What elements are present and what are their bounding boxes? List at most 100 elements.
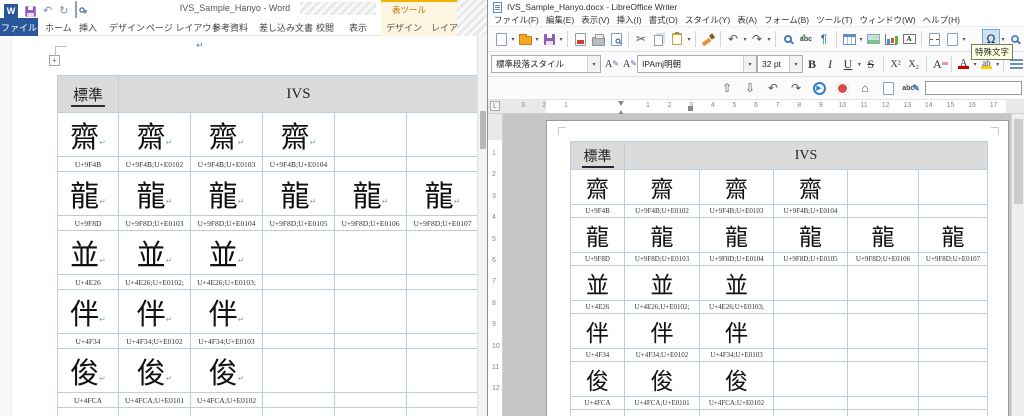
code-cell[interactable] [262, 333, 335, 349]
print-preview-button[interactable] [607, 29, 625, 49]
code-cell[interactable]: U+9F4B;U+E0104 [773, 204, 848, 218]
code-cell[interactable]: U+4E26;U+E0103; [699, 300, 774, 314]
code-cell[interactable] [773, 348, 848, 362]
clone-formatting-button[interactable] [699, 29, 717, 49]
undo-nav-button[interactable]: ↶ [764, 78, 782, 98]
font-name-combo[interactable]: IPAmj明朝 ▾ [637, 55, 757, 73]
kanji-cell[interactable]: 傑↵ [57, 407, 119, 416]
kanji-cell[interactable]: 伴 [570, 313, 625, 349]
menu-help[interactable]: ヘルプ(H) [923, 14, 960, 26]
kanji-cell[interactable]: 俊↵ [118, 348, 191, 393]
find-replace-button[interactable] [779, 29, 797, 49]
code-cell[interactable] [334, 333, 407, 349]
kanji-cell[interactable]: 俊 [570, 361, 625, 397]
code-cell[interactable]: U+9F8D;U+E0104 [699, 252, 774, 266]
kanji-cell[interactable]: 傑 [570, 409, 625, 416]
code-cell[interactable] [847, 396, 919, 410]
font-size-dropdown[interactable]: ▾ [789, 56, 802, 72]
kanji-cell[interactable]: 伴↵ [118, 289, 191, 334]
code-cell[interactable] [847, 204, 919, 218]
tab-mailings[interactable]: 差し込み文書 [259, 18, 313, 36]
tab-references[interactable]: 参考資料 [212, 18, 248, 36]
tab-review[interactable]: 校閲 [316, 18, 334, 36]
home-button[interactable]: ⌂ [856, 78, 874, 98]
word-scrollbar-thumb[interactable] [480, 111, 486, 149]
kanji-cell[interactable] [334, 348, 407, 393]
code-cell[interactable] [847, 348, 919, 362]
kanji-cell[interactable]: 伴↵ [57, 289, 119, 334]
menu-insert[interactable]: 挿入(I) [617, 14, 642, 26]
menu-window[interactable]: ウィンドウ(W) [859, 14, 915, 26]
kanji-cell[interactable]: 齋 [570, 169, 625, 205]
code-cell[interactable]: U+9F8D;U+E0105 [773, 252, 848, 266]
kanji-cell[interactable] [773, 313, 848, 349]
font-color-button[interactable]: A [955, 54, 973, 74]
tab-file[interactable]: ファイル [0, 18, 38, 36]
italic-button[interactable]: I [821, 54, 839, 74]
kanji-cell[interactable] [773, 409, 848, 416]
kanji-cell[interactable] [918, 361, 988, 397]
menu-table[interactable]: 表(A) [737, 14, 757, 26]
formatting-marks-button[interactable]: ¶ [815, 29, 833, 49]
code-cell[interactable]: U+4FCA;U+E0101 [624, 396, 700, 410]
code-cell[interactable]: U+4FCA [570, 396, 625, 410]
kanji-cell[interactable]: 俊 [624, 361, 700, 397]
code-cell[interactable]: U+4E26 [570, 300, 625, 314]
kanji-cell[interactable]: 俊↵ [190, 348, 263, 393]
code-cell[interactable]: U+9F8D;U+E0106 [334, 215, 407, 231]
code-cell[interactable] [773, 300, 848, 314]
kanji-cell[interactable] [406, 112, 479, 157]
code-cell[interactable]: U+9F8D;U+E0103 [118, 215, 191, 231]
kanji-cell[interactable]: 齋 [773, 169, 848, 205]
tab-insert[interactable]: 挿入 [79, 18, 97, 36]
kanji-cell[interactable]: 齋↵ [118, 112, 191, 157]
kanji-cell[interactable]: 齋↵ [262, 112, 335, 157]
record-button[interactable] [833, 78, 851, 98]
copy-button[interactable] [650, 29, 668, 49]
code-cell[interactable] [406, 333, 479, 349]
open-button[interactable] [516, 29, 534, 49]
code-cell[interactable] [262, 392, 335, 408]
kanji-cell[interactable]: 傑↵ [190, 407, 263, 416]
table-move-handle[interactable]: + [49, 55, 60, 66]
code-cell[interactable]: U+4FCA;U+E0102 [190, 392, 263, 408]
code-cell[interactable] [406, 392, 479, 408]
kanji-cell[interactable]: 龍↵ [57, 171, 119, 216]
update-style-button[interactable]: A ✎ [601, 54, 619, 74]
kanji-cell[interactable] [406, 289, 479, 334]
code-cell[interactable] [847, 300, 919, 314]
cut-button[interactable]: ✂ [632, 29, 650, 49]
code-cell[interactable]: U+9F8D;U+E0107 [406, 215, 479, 231]
horizontal-ruler[interactable]: L 3211234567891011121314151617 [488, 100, 1024, 115]
kanji-cell[interactable] [262, 230, 335, 275]
kanji-cell[interactable]: 傑↵ [118, 407, 191, 416]
kanji-cell[interactable] [847, 313, 919, 349]
save-button[interactable] [540, 29, 558, 49]
tab-view[interactable]: 表示 [349, 18, 367, 36]
insert-table-button[interactable] [840, 29, 858, 49]
strikethrough-button[interactable]: S [862, 54, 880, 74]
libreoffice-vertical-scrollbar[interactable] [1011, 114, 1024, 416]
code-cell[interactable]: U+4F34;U+E0102 [624, 348, 700, 362]
code-cell[interactable]: U+9F4B;U+E0102 [624, 204, 700, 218]
clear-formatting-button[interactable]: A [930, 54, 948, 74]
kanji-cell[interactable] [334, 112, 407, 157]
kanji-cell[interactable] [406, 348, 479, 393]
code-cell[interactable] [918, 348, 988, 362]
header-standard[interactable]: 標準 [57, 75, 119, 113]
new-document-button[interactable] [492, 29, 510, 49]
kanji-cell[interactable] [406, 230, 479, 275]
first-line-indent-marker[interactable] [618, 101, 624, 115]
tab-home[interactable]: ホーム [45, 18, 72, 36]
code-cell[interactable]: U+9F8D;U+E0105 [262, 215, 335, 231]
kanji-cell[interactable]: 俊 [699, 361, 774, 397]
superscript-button[interactable]: X² [887, 54, 905, 74]
tab-stop-selector[interactable]: L [490, 101, 500, 111]
code-cell[interactable] [334, 392, 407, 408]
redo-icon[interactable]: ↻ [59, 4, 68, 18]
move-down-button[interactable]: ⇩ [741, 78, 759, 98]
code-cell[interactable]: U+4E26 [57, 274, 119, 290]
code-cell[interactable]: U+4FCA [57, 392, 119, 408]
code-cell[interactable]: U+4FCA;U+E0102 [699, 396, 774, 410]
kanji-cell[interactable] [334, 289, 407, 334]
